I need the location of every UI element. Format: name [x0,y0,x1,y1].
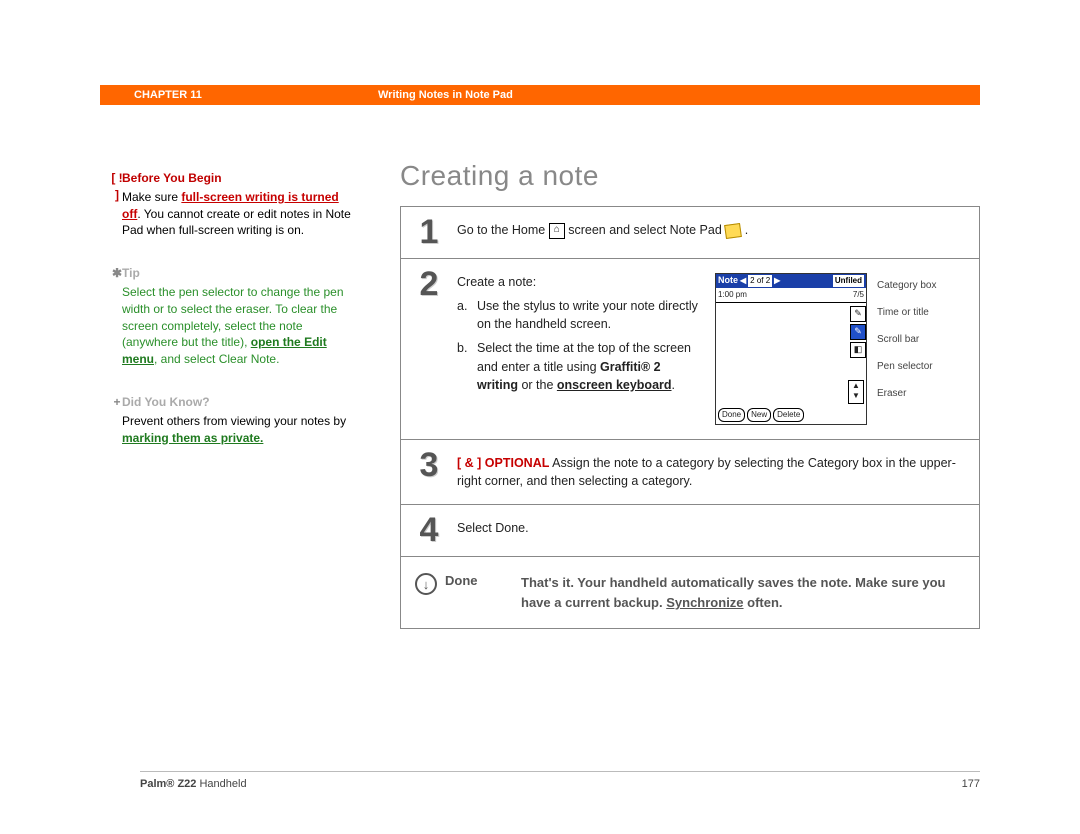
done-row: ↓ Done That's it. Your handheld automati… [401,556,979,628]
page-footer: Palm® Z22 Handheld 177 [140,771,980,790]
device-new-button: New [747,408,771,422]
plus-icon: + [110,394,124,411]
label-time: Time or title [877,306,965,319]
prev-arrow-icon: ◀ [740,275,746,287]
device-scrollbar: ▲▼ [848,380,864,404]
notepad-icon [725,224,741,238]
main-content: Creating a note 1 Go to the Home ⌂ scree… [400,160,980,629]
tip-body: Select the pen selector to change the pe… [122,284,352,368]
done-text: That's it. Your handheld automatically s… [521,573,965,612]
chapter-label: CHAPTER 11 [134,89,378,101]
before-you-begin-block: [ ! ] Before You Begin Make sure full-sc… [122,170,352,239]
step-2: 2 Create a note: a. Use the stylus to wr… [401,258,979,439]
step-number: 1 [401,207,457,258]
step-number: 2 [401,259,457,439]
next-arrow-icon: ▶ [774,275,780,287]
device-tools: ✎ ✎ ◧ [850,306,864,358]
before-you-begin-body: Make sure full-screen writing is turned … [122,189,352,239]
device-done-button: Done [718,408,745,422]
page-title: Creating a note [400,160,980,192]
star-icon: ✱ [110,265,124,282]
device-category: Unfiled [833,275,864,287]
device-delete-button: Delete [773,408,804,422]
device-screenshot: Note ◀ 2 of 2 ▶ Unfiled 1:00 pm 7/5 ✎ [715,273,867,425]
sidebar: [ ! ] Before You Begin Make sure full-sc… [122,170,352,472]
step-1-body: Go to the Home ⌂ screen and select Note … [457,207,979,258]
did-you-know-body: Prevent others from viewing your notes b… [122,413,352,447]
step-1: 1 Go to the Home ⌂ screen and select Not… [401,207,979,258]
marking-private-link[interactable]: marking them as private. [122,431,263,445]
pen-thin-icon: ✎ [850,306,866,322]
label-eraser: Eraser [877,387,965,400]
eraser-icon: ◧ [850,342,866,358]
steps-box: 1 Go to the Home ⌂ screen and select Not… [400,206,980,629]
synchronize-link[interactable]: Synchronize [666,595,743,610]
device-pager: 2 of 2 [748,275,772,287]
device-titlebar: Note ◀ 2 of 2 ▶ Unfiled [716,274,866,288]
footer-product: Palm® Z22 Handheld [140,778,247,790]
chapter-title: Writing Notes in Note Pad [378,89,513,101]
down-arrow-icon: ↓ [415,573,437,595]
step-number: 4 [401,505,457,556]
step-2-body: Create a note: a. Use the stylus to writ… [457,273,705,425]
tip-block: ✱ Tip Select the pen selector to change … [122,265,352,368]
label-category: Category box [877,279,965,292]
step-4-body: Select Done. [457,505,979,556]
home-icon: ⌂ [549,223,565,239]
done-label: ↓ Done [415,573,505,612]
label-pen: Pen selector [877,360,965,373]
optional-tag: [ & ] OPTIONAL [457,456,549,470]
device-title: Note [718,274,738,287]
step-4: 4 Select Done. [401,504,979,556]
before-you-begin-heading: Before You Begin [122,170,352,187]
label-scroll: Scroll bar [877,333,965,346]
device-date: 7/5 [853,289,864,301]
alert-icon: [ ! ] [110,170,124,204]
device-subbar: 1:00 pm 7/5 [716,288,866,303]
device-time: 1:00 pm [718,289,747,301]
step-number: 3 [401,440,457,504]
step-3-body: [ & ] OPTIONAL Assign the note to a cate… [457,440,979,504]
device-labels: Category box Time or title Scroll bar Pe… [877,273,965,425]
tip-heading: Tip [122,265,352,282]
chapter-header: CHAPTER 11 Writing Notes in Note Pad [100,85,980,105]
step-3: 3 [ & ] OPTIONAL Assign the note to a ca… [401,439,979,504]
did-you-know-block: + Did You Know? Prevent others from view… [122,394,352,446]
pen-med-icon: ✎ [850,324,866,340]
page-number: 177 [962,778,980,790]
device-buttons: Done New Delete [718,408,804,422]
did-you-know-heading: Did You Know? [122,394,352,411]
